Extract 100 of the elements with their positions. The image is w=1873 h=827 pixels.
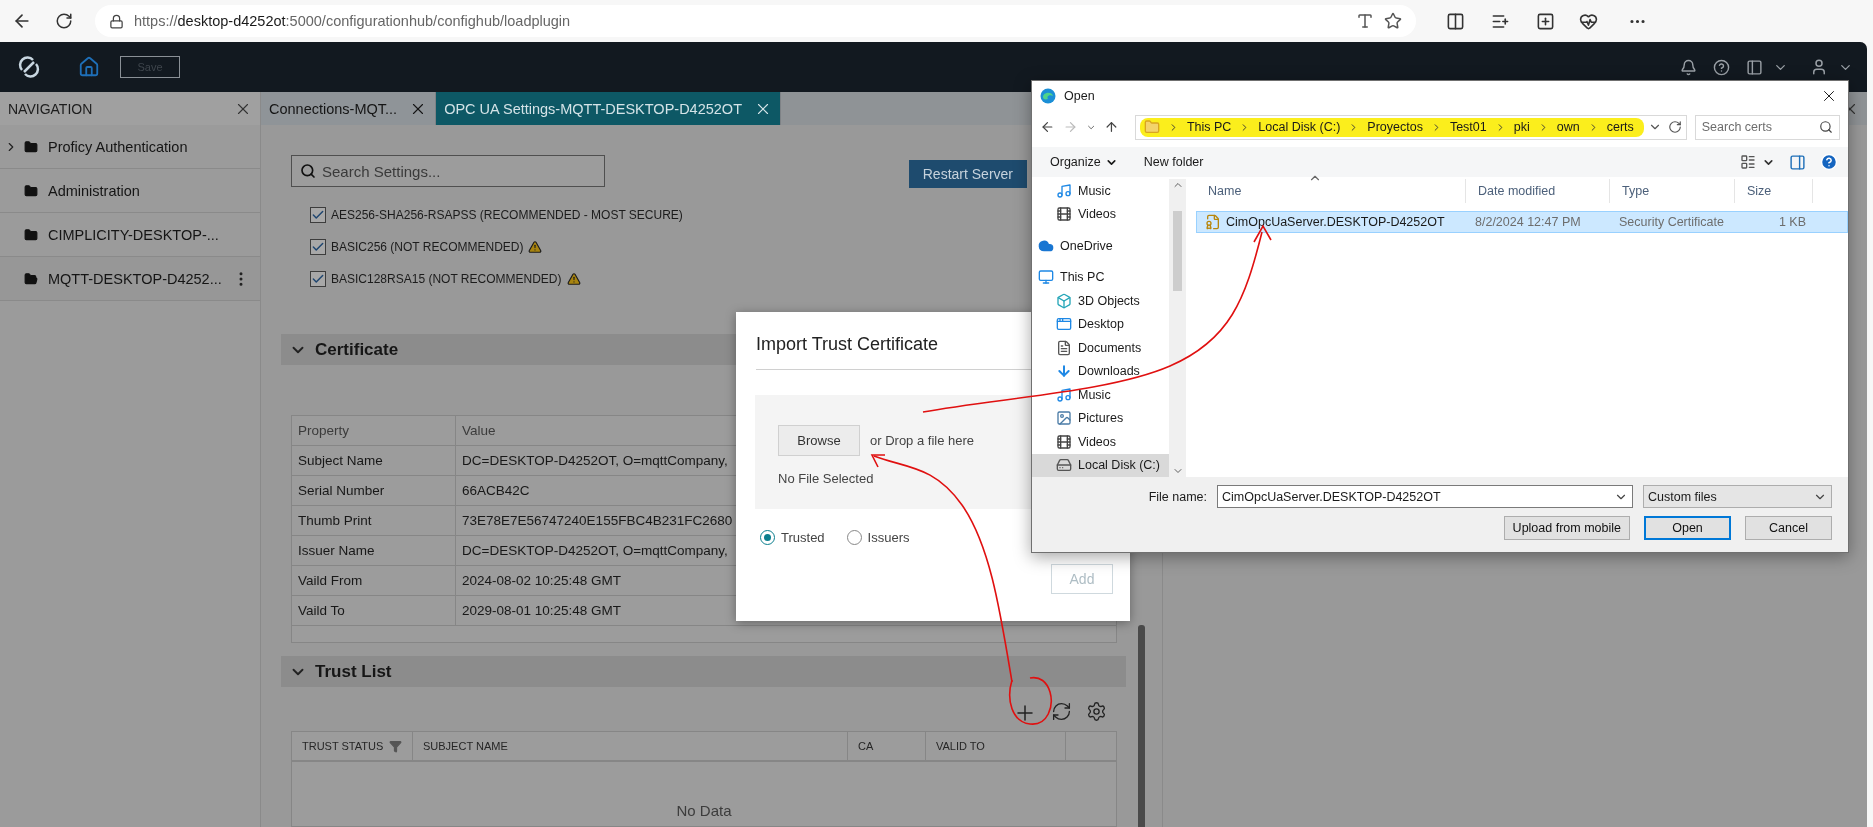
path-bar[interactable]: This PC Local Disk (C:) Proyectos Test01 pki own certs <box>1134 114 1687 140</box>
refresh-icon[interactable] <box>55 12 73 30</box>
file-name-label: File name: <box>1148 489 1207 504</box>
checkbox[interactable] <box>310 239 326 255</box>
help-icon[interactable] <box>1713 58 1730 76</box>
preview-pane-icon[interactable] <box>1789 153 1806 171</box>
heart-icon[interactable] <box>1579 11 1598 31</box>
drop-hint: or Drop a file here <box>870 433 975 448</box>
tree-item[interactable]: Music <box>1032 179 1169 203</box>
search-field[interactable]: Search Settings... <box>291 155 605 187</box>
dialog-button[interactable]: Open <box>1644 516 1731 540</box>
table-cell: Subject Name <box>292 446 456 476</box>
table-cell: Issuer Name <box>292 536 456 566</box>
up-icon[interactable] <box>1104 119 1119 135</box>
navigation-item[interactable]: MQTT-DESKTOP-D4252... <box>0 257 260 301</box>
panel-icon[interactable] <box>1746 58 1763 76</box>
lock-icon <box>109 13 124 29</box>
folder-icon <box>24 183 38 198</box>
refresh-icon[interactable] <box>1051 701 1072 722</box>
folder-icon <box>1143 119 1160 135</box>
back-icon[interactable] <box>1040 119 1055 135</box>
read-aloud-icon[interactable] <box>1356 12 1374 30</box>
section-header[interactable]: Trust List <box>281 656 1126 687</box>
file-name: CimOpcUaServer.DESKTOP-D4252OT <box>1226 215 1445 229</box>
toolbar-button[interactable]: Organize <box>1044 155 1124 169</box>
dialog-button[interactable]: Upload from mobile <box>1503 516 1630 540</box>
column-header[interactable]: Size <box>1735 179 1813 203</box>
column-header[interactable]: VALID TO <box>926 732 1066 760</box>
path-segment[interactable]: Test01 <box>1449 120 1487 134</box>
home-icon[interactable] <box>78 56 100 78</box>
column-header: Property <box>292 416 456 446</box>
film-icon <box>1056 206 1072 223</box>
checkbox[interactable] <box>310 207 326 223</box>
file-row[interactable]: CimOpcUaServer.DESKTOP-D4252OT 8/2/2024 12:47 PM Security Certificate 1 KB <box>1196 211 1848 233</box>
collections-icon[interactable] <box>1536 11 1555 31</box>
view-icon[interactable] <box>1740 154 1756 170</box>
column-header[interactable]: TRUST STATUS <box>292 732 413 760</box>
bell-icon[interactable] <box>1680 58 1697 76</box>
settings-icon[interactable] <box>1086 701 1107 722</box>
path-segment[interactable]: Local Disk (C:) <box>1258 120 1341 134</box>
file-name-field[interactable]: CimOpcUaServer.DESKTOP-D4252OT <box>1217 485 1633 508</box>
download-icon <box>1056 363 1072 380</box>
tab[interactable]: OPC UA Settings-MQTT-DESKTOP-D4252OT <box>436 92 781 125</box>
toolbar-button[interactable]: New folder <box>1137 155 1210 169</box>
path-segment[interactable]: pki <box>1513 120 1530 134</box>
file-type-select[interactable]: Custom files <box>1643 485 1832 508</box>
table-cell: Vaild To <box>292 596 456 626</box>
logo-icon[interactable] <box>18 56 40 78</box>
browse-button[interactable]: Browse <box>778 425 860 456</box>
file-type: Security Certificate <box>1618 215 1725 229</box>
address-bar[interactable]: https://desktop-d4252ot:5000/configurationhub/confighub/loadplugin <box>95 5 1416 37</box>
column-header[interactable]: CA <box>848 732 926 760</box>
policy-label: BASIC128RSA15 (NOT RECOMMENDED) <box>331 272 562 286</box>
film-icon <box>1056 433 1072 450</box>
filter-icon[interactable] <box>389 739 403 753</box>
scrollbar[interactable] <box>1169 179 1186 477</box>
navigation-item[interactable]: Administration <box>0 169 260 213</box>
path-segment[interactable]: own <box>1556 120 1580 134</box>
drive-icon <box>1056 457 1072 474</box>
column-header[interactable]: SUBJECT NAME <box>413 732 848 760</box>
certificate-icon <box>1205 214 1221 230</box>
column-header[interactable]: Date modified <box>1466 179 1610 203</box>
favorite-star-icon[interactable] <box>1384 12 1402 30</box>
file-date: 8/2/2024 12:47 PM <box>1474 215 1582 229</box>
policy-label: AES256-SHA256-RSAPSS (RECOMMENDED - MOST SECURE) <box>331 208 683 222</box>
refresh-icon[interactable] <box>1667 120 1682 134</box>
column-header[interactable]: Type <box>1610 179 1735 203</box>
empty-message: No Data <box>675 801 733 819</box>
navigation-item[interactable]: Proficy Authentication <box>0 125 260 169</box>
path-segment[interactable]: This PC <box>1186 120 1232 134</box>
path-segment[interactable]: Proyectos <box>1367 120 1423 134</box>
browser-icon <box>1040 88 1056 104</box>
folder-icon <box>24 139 38 154</box>
column-header[interactable]: Name <box>1196 179 1466 203</box>
dialog-button[interactable]: Cancel <box>1745 516 1832 540</box>
tree-item[interactable]: Desktop <box>1032 312 1169 336</box>
tree-item[interactable]: OneDrive <box>1032 234 1169 258</box>
desktop-icon <box>1056 316 1072 333</box>
navigation-title: NAVIGATION <box>8 100 93 117</box>
split-screen-icon[interactable] <box>1446 11 1465 31</box>
search-icon <box>1819 119 1833 134</box>
scrollbar-thumb[interactable] <box>1173 211 1182 291</box>
restart-server-button[interactable]: Restart Server <box>908 160 1027 188</box>
checkbox[interactable] <box>310 271 326 287</box>
file-size: 1 KB <box>1777 215 1807 229</box>
cube-icon <box>1056 292 1072 309</box>
table-cell: Serial Number <box>292 476 456 506</box>
tree-item[interactable]: 3D Objects <box>1032 289 1169 313</box>
user-icon[interactable] <box>1810 58 1828 76</box>
table-cell: Thumb Print <box>292 506 456 536</box>
tree-item[interactable]: Local Disk (C:) <box>1032 453 1169 477</box>
scrollbar[interactable] <box>1138 625 1145 827</box>
path-segment[interactable]: certs <box>1606 120 1634 134</box>
search-icon <box>300 163 316 179</box>
music-icon <box>1056 182 1072 199</box>
tree-item[interactable]: Videos <box>1032 202 1169 226</box>
tree-item[interactable]: This PC <box>1032 265 1169 289</box>
dialog-title: Open <box>1064 89 1095 103</box>
policy-label: BASIC256 (NOT RECOMMENDED) <box>331 240 524 254</box>
monitor-icon <box>1038 269 1054 286</box>
